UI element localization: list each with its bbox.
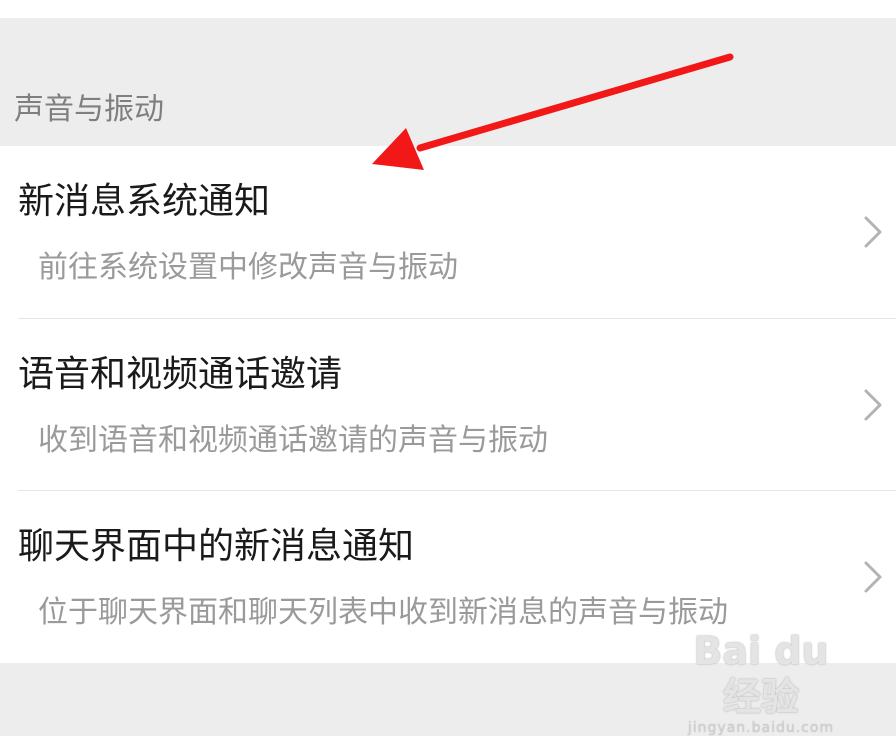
settings-page: 声音与振动 新消息系统通知 前往系统设置中修改声音与振动 语音和视频通话邀请 收… <box>0 0 896 736</box>
list-item-subtitle: 位于聊天界面和聊天列表中收到新消息的声音与振动 <box>38 595 728 630</box>
list-item-title: 语音和视频通话邀请 <box>18 354 343 395</box>
top-card <box>0 0 896 18</box>
list-item-subtitle: 前往系统设置中修改声音与振动 <box>38 250 458 285</box>
chevron-right-icon <box>864 216 882 248</box>
list-item-title: 聊天界面中的新消息通知 <box>18 526 415 567</box>
chevron-right-icon <box>864 389 882 421</box>
watermark-sub: jingyan.baidu.com <box>687 720 835 736</box>
list-item-new-message-system-notification[interactable]: 新消息系统通知 前往系统设置中修改声音与振动 <box>0 146 896 318</box>
chevron-right-icon <box>864 561 882 593</box>
baidu-watermark: Bai du 经验 jingyan.baidu.com <box>676 628 846 736</box>
settings-list: 新消息系统通知 前往系统设置中修改声音与振动 语音和视频通话邀请 收到语音和视频… <box>0 146 896 663</box>
section-header: 声音与振动 <box>14 92 164 127</box>
list-item-subtitle: 收到语音和视频通话邀请的声音与振动 <box>38 423 548 458</box>
list-item-title: 新消息系统通知 <box>18 181 271 222</box>
watermark-main: Bai du 经验 <box>693 629 829 719</box>
list-item-voice-video-call-invite[interactable]: 语音和视频通话邀请 收到语音和视频通话邀请的声音与振动 <box>0 319 896 491</box>
